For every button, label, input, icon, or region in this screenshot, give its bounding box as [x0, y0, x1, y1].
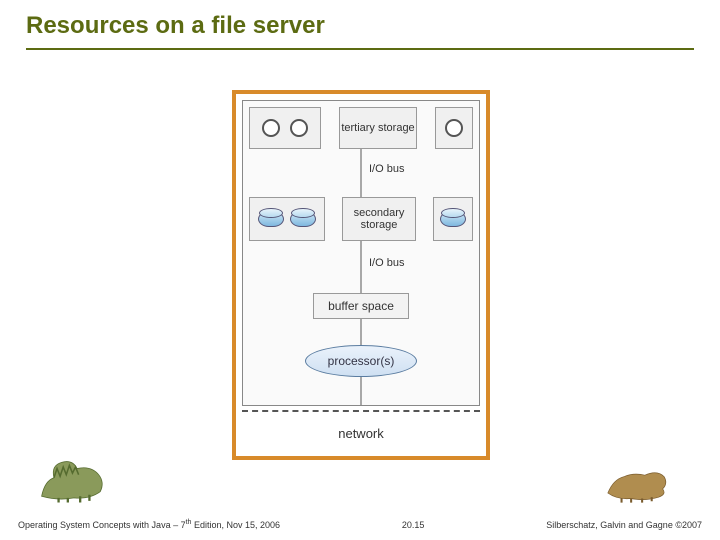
slide-footer: Operating System Concepts with Java – 7t… — [18, 519, 702, 530]
secondary-disk-pair — [249, 197, 325, 241]
tertiary-storage-row: tertiary storage — [249, 107, 473, 149]
footer-right: Silberschatz, Galvin and Gagne ©2007 — [546, 520, 702, 530]
dinosaur-right-icon — [602, 456, 674, 504]
slide-title: Resources on a file server — [26, 12, 325, 40]
title-underline — [26, 48, 694, 50]
diagram-inner-panel: tertiary storage I/O bus secondary stora… — [242, 100, 480, 406]
footer-left-prefix: Operating System Concepts with Java – 7 — [18, 520, 186, 530]
footer-left-suffix: Edition, Nov 15, 2006 — [191, 520, 280, 530]
tertiary-storage-label: tertiary storage — [339, 107, 417, 149]
tape-reel-icon — [262, 119, 280, 137]
tape-reel-icon — [445, 119, 463, 137]
network-boundary-dashed — [242, 410, 480, 412]
buffer-space-box: buffer space — [313, 293, 409, 319]
processors-ellipse: processor(s) — [305, 345, 417, 377]
tape-reel-icon — [290, 119, 308, 137]
tertiary-drive-single — [435, 107, 473, 149]
dinosaur-left-icon — [34, 450, 114, 504]
secondary-storage-label: secondary storage — [342, 197, 416, 241]
disk-icon — [440, 211, 466, 227]
disk-icon — [258, 211, 284, 227]
secondary-storage-row: secondary storage — [249, 197, 473, 241]
secondary-disk-single — [433, 197, 473, 241]
footer-left: Operating System Concepts with Java – 7t… — [18, 519, 280, 530]
io-bus-label-1: I/O bus — [369, 163, 404, 175]
disk-icon — [290, 211, 316, 227]
network-label: network — [236, 426, 486, 441]
io-bus-label-2: I/O bus — [369, 257, 404, 269]
footer-center: 20.15 — [402, 520, 425, 530]
diagram-frame: tertiary storage I/O bus secondary stora… — [232, 90, 490, 460]
tertiary-drive-pair — [249, 107, 321, 149]
